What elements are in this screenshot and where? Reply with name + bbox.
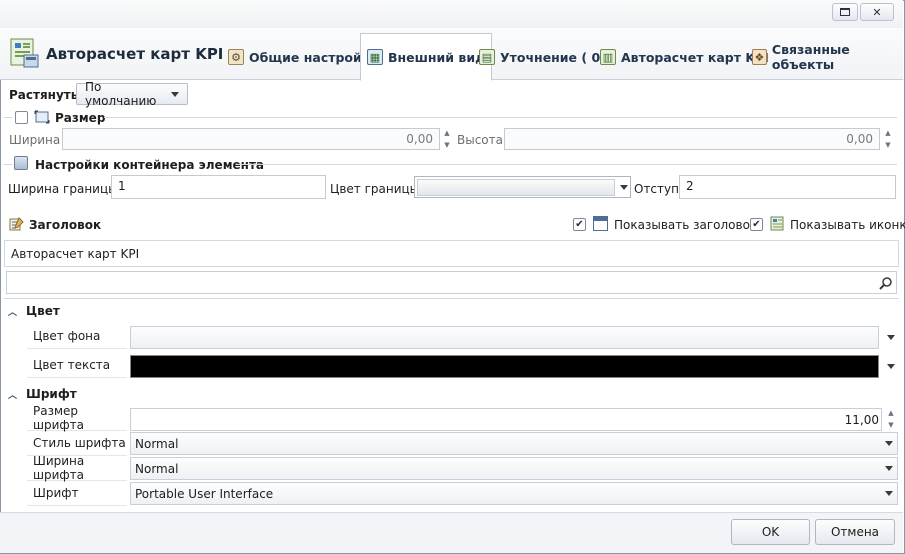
stretch-value: По умолчанию	[85, 80, 157, 108]
stretch-combo[interactable]: По умолчанию	[76, 80, 188, 108]
chevron-down-icon[interactable]	[887, 335, 895, 340]
font-weight-value: Normal	[135, 461, 179, 476]
font-size-input[interactable]: 11,00	[130, 408, 882, 431]
tab-label: Связанные объекты	[771, 42, 850, 72]
size-icon	[34, 110, 50, 124]
restore-button[interactable]	[832, 3, 858, 21]
font-style-label: Стиль шрифта	[27, 431, 127, 456]
border-width-label: Ширина границы :	[8, 182, 126, 196]
height-spinner[interactable]: ▲ ▼	[882, 129, 894, 149]
caption-bar-icon	[593, 216, 608, 231]
ok-button[interactable]: OK	[731, 519, 810, 545]
chevron-down-icon	[885, 441, 893, 446]
container-group-title: Настройки контейнера элемента	[35, 158, 264, 172]
tab-label: Уточнение ( 0 )	[500, 49, 611, 65]
check-icon: ✔	[575, 219, 584, 230]
chevron-down-icon	[885, 491, 893, 496]
width-spinner[interactable]: ▲ ▼	[441, 129, 453, 149]
kpi-icon: ▥	[600, 49, 616, 65]
font-style-combo[interactable]: Normal	[130, 432, 898, 455]
color-section-title: Цвет	[26, 304, 60, 318]
height-input[interactable]: 0,00	[504, 128, 880, 150]
tab-kpi-autocalc[interactable]: ▥ Авторасчет карт KPI	[600, 34, 769, 80]
spin-up-icon: ▲	[885, 129, 891, 137]
show-caption-checkbox[interactable]: ✔	[573, 218, 586, 231]
chevron-down-icon	[885, 466, 893, 471]
spin-down-icon: ▼	[888, 421, 894, 429]
font-size-label: Размер шрифта	[27, 404, 127, 432]
search-icon[interactable]	[879, 276, 893, 290]
show-caption-label: Показывать заголовок	[614, 218, 758, 232]
check-icon: ✔	[752, 219, 761, 230]
tab-refinement[interactable]: ▤ Уточнение ( 0 )	[479, 34, 610, 80]
property-search-input[interactable]	[6, 271, 897, 294]
caption-icon	[9, 216, 25, 232]
form-title: Авторасчет карт KPI	[46, 45, 224, 63]
text-color-label: Цвет текста	[27, 353, 127, 378]
appearance-icon: ▦	[367, 49, 383, 65]
color-section-header[interactable]: ︿ Цвет	[8, 300, 898, 322]
group-divider	[4, 164, 12, 165]
tab-linked-objects[interactable]: ❖ Связанные объекты	[752, 34, 905, 80]
caption-label: Заголовок	[29, 218, 102, 232]
linked-objects-icon: ❖	[752, 49, 767, 65]
close-button[interactable]: ✕	[860, 3, 894, 21]
collapse-icon: ︿	[8, 307, 18, 318]
show-icon-label: Показывать иконку	[790, 218, 905, 232]
height-label: Высота :	[457, 133, 511, 147]
spin-up-icon: ▲	[444, 129, 450, 137]
font-style-value: Normal	[135, 436, 179, 451]
font-section-title: Шрифт	[26, 387, 77, 401]
spin-down-icon: ▼	[444, 141, 450, 149]
background-label: Цвет фона	[27, 324, 127, 349]
size-group-title: Размер	[55, 111, 106, 125]
font-weight-label: Ширина шрифта	[27, 454, 127, 482]
font-label: Шрифт	[27, 481, 127, 506]
tab-appearance[interactable]: ▦ Внешний вид	[360, 33, 493, 81]
text-color-value[interactable]	[130, 355, 879, 378]
width-label: Ширина :	[9, 133, 69, 147]
tab-general-settings[interactable]: ⚙ Общие настройки	[228, 34, 379, 80]
size-checkbox[interactable]	[15, 111, 28, 124]
font-section-header[interactable]: ︿ Шрифт	[8, 383, 898, 405]
tab-label: Внешний вид	[388, 49, 486, 65]
container-icon	[14, 156, 28, 170]
chevron-down-icon	[620, 184, 628, 190]
show-icon-icon	[769, 215, 785, 231]
chevron-down-icon[interactable]	[887, 364, 895, 369]
collapse-icon: ︿	[8, 390, 18, 401]
restore-icon	[840, 8, 850, 16]
border-color-swatch	[417, 178, 615, 196]
group-divider	[236, 164, 897, 165]
font-weight-combo[interactable]: Normal	[130, 457, 898, 480]
title-bar	[0, 0, 903, 28]
background-color-value[interactable]	[130, 326, 879, 349]
font-combo[interactable]: Portable User Interface	[130, 482, 898, 505]
border-color-label: Цвет границы :	[330, 182, 427, 196]
group-divider	[104, 117, 897, 118]
filter-icon: ▤	[479, 49, 495, 65]
border-width-input[interactable]: 1	[111, 175, 326, 199]
spin-up-icon: ▲	[888, 409, 894, 417]
settings-icon: ⚙	[228, 49, 244, 65]
tab-label: Авторасчет карт KPI	[621, 49, 769, 65]
caption-text-input[interactable]: Авторасчет карт KPI	[4, 240, 899, 267]
spin-down-icon: ▼	[885, 141, 891, 149]
chevron-down-icon	[171, 91, 179, 97]
show-icon-checkbox[interactable]: ✔	[750, 218, 763, 231]
group-divider	[4, 117, 12, 118]
width-input[interactable]: 0,00	[62, 128, 440, 150]
form-icon	[8, 37, 40, 69]
cancel-button[interactable]: Отмена	[815, 519, 895, 545]
border-color-combo[interactable]	[414, 176, 631, 198]
font-value: Portable User Interface	[135, 486, 274, 501]
font-size-spinner[interactable]: ▲ ▼	[885, 409, 897, 429]
padding-input[interactable]: 2	[679, 175, 896, 199]
close-icon: ✕	[872, 5, 882, 19]
